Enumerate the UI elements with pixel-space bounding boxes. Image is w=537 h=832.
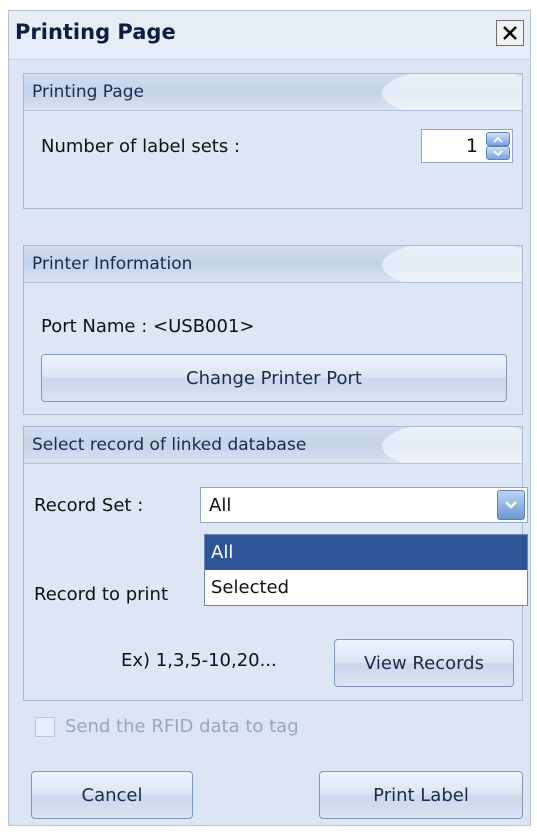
print-label-button[interactable]: Print Label bbox=[319, 771, 523, 819]
printer-information-header: Printer Information bbox=[24, 246, 522, 283]
chevron-down-icon bbox=[493, 149, 503, 156]
record-set-options: All Selected bbox=[204, 534, 528, 606]
printer-information-group: Printer Information Port Name : <USB001>… bbox=[23, 245, 523, 415]
record-set-label: Record Set : bbox=[34, 495, 144, 516]
record-set-value: All bbox=[209, 495, 232, 516]
record-selection-group: Select record of linked database Record … bbox=[23, 426, 528, 701]
chevron-down-icon bbox=[505, 501, 517, 509]
port-name-label: Port Name : <USB001> bbox=[41, 316, 255, 337]
rfid-checkbox[interactable] bbox=[35, 717, 55, 737]
option-all[interactable]: All bbox=[205, 535, 527, 570]
title-bar: Printing Page bbox=[9, 11, 530, 60]
record-selection-header: Select record of linked database bbox=[24, 427, 522, 464]
view-records-button[interactable]: View Records bbox=[334, 639, 514, 687]
record-set-dropdown-button[interactable] bbox=[497, 490, 525, 520]
window-title: Printing Page bbox=[15, 20, 176, 44]
record-selection-header-label: Select record of linked database bbox=[32, 435, 307, 455]
change-printer-port-button[interactable]: Change Printer Port bbox=[41, 354, 507, 402]
record-to-print-label: Record to print bbox=[34, 584, 168, 605]
chevron-up-icon bbox=[493, 136, 503, 143]
close-icon bbox=[503, 26, 517, 40]
printing-page-group: Printing Page Number of label sets : 1 bbox=[23, 73, 523, 209]
label-sets-label: Number of label sets : bbox=[41, 136, 241, 157]
record-range-example: Ex) 1,3,5-10,20... bbox=[121, 650, 277, 671]
close-button[interactable] bbox=[496, 20, 524, 46]
label-sets-value: 1 bbox=[465, 135, 478, 157]
spin-up-button[interactable] bbox=[486, 132, 510, 146]
cancel-button[interactable]: Cancel bbox=[31, 771, 193, 819]
label-sets-spinner[interactable]: 1 bbox=[421, 129, 513, 163]
printer-information-header-label: Printer Information bbox=[32, 254, 193, 274]
printing-dialog: Printing Page Printing Page Number of la… bbox=[8, 10, 531, 826]
printing-page-header: Printing Page bbox=[24, 74, 522, 111]
rfid-label: Send the RFID data to tag bbox=[65, 716, 299, 737]
printing-page-header-label: Printing Page bbox=[32, 82, 144, 102]
option-selected[interactable]: Selected bbox=[205, 570, 527, 605]
spin-down-button[interactable] bbox=[486, 146, 510, 160]
record-set-select[interactable]: All bbox=[200, 487, 528, 523]
